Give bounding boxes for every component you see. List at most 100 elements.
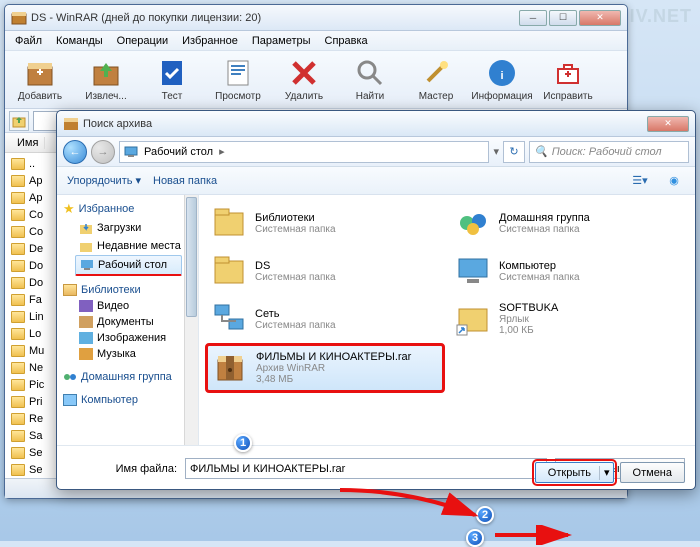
nav-favorites[interactable]: ★Избранное	[59, 199, 196, 219]
menu-favorites[interactable]: Избранное	[176, 33, 244, 49]
archive-icon	[63, 116, 79, 132]
folder-icon	[11, 447, 25, 459]
nav-back-button[interactable]: ←	[63, 140, 87, 164]
filename-label: Имя файла:	[67, 463, 177, 475]
folder-icon	[11, 260, 25, 272]
nav-music[interactable]: Музыка	[59, 346, 196, 362]
col-name[interactable]: Имя	[11, 137, 45, 149]
nav-pictures[interactable]: Изображения	[59, 330, 196, 346]
tb-extract[interactable]: Извлеч...	[77, 57, 135, 102]
dialog-title: Поиск архива	[83, 118, 647, 130]
nav-desktop[interactable]: Рабочий стол	[75, 255, 182, 276]
nav-recent[interactable]: Недавние места	[59, 237, 196, 255]
item-network[interactable]: СетьСистемная папка	[207, 297, 443, 341]
menu-file[interactable]: Файл	[9, 33, 48, 49]
search-input[interactable]: 🔍 Поиск: Рабочий стол	[529, 141, 689, 163]
organize-menu[interactable]: Упорядочить ▾	[67, 174, 141, 187]
item-libraries[interactable]: БиблиотекиСистемная папка	[207, 201, 443, 245]
nav-scrollbar[interactable]	[184, 195, 198, 445]
folder-icon	[11, 175, 25, 187]
folder-icon	[11, 379, 25, 391]
annotation-badge-2: 2	[476, 506, 494, 524]
folder-icon	[11, 158, 25, 170]
nav-pane: ★Избранное Загрузки Недавние места Рабоч…	[57, 195, 199, 445]
annotation-arrow	[490, 525, 580, 545]
tb-info[interactable]: iИнформация	[473, 57, 531, 102]
folder-icon	[211, 253, 247, 289]
menu-operations[interactable]: Операции	[111, 33, 174, 49]
help-button[interactable]: ◉	[663, 172, 685, 190]
close-button[interactable]: ✕	[579, 10, 621, 26]
cancel-button[interactable]: Отмена	[620, 462, 685, 483]
tb-view[interactable]: Просмотр	[209, 57, 267, 102]
tb-delete[interactable]: Удалить	[275, 57, 333, 102]
folder-icon	[11, 294, 25, 306]
chevron-down-icon[interactable]: ▾	[604, 466, 610, 479]
chevron-right-icon[interactable]: ▸	[219, 145, 225, 158]
app-icon	[11, 10, 27, 26]
view-button[interactable]: ☰▾	[629, 172, 651, 190]
item-computer[interactable]: КомпьютерСистемная папка	[451, 249, 687, 293]
folder-icon	[11, 396, 25, 408]
nav-forward-button[interactable]: →	[91, 140, 115, 164]
desktop-icon	[124, 145, 138, 159]
folder-icon	[11, 226, 25, 238]
item-ds[interactable]: DSСистемная папка	[207, 249, 443, 293]
maximize-button[interactable]: ☐	[549, 10, 577, 26]
folder-icon	[11, 243, 25, 255]
tb-add[interactable]: Добавить	[11, 57, 69, 102]
menu-help[interactable]: Справка	[319, 33, 374, 49]
libraries-icon	[63, 284, 77, 296]
toolbar: Добавить Извлеч... Тест Просмотр Удалить…	[5, 51, 627, 109]
network-icon	[211, 301, 247, 337]
menu-commands[interactable]: Команды	[50, 33, 109, 49]
dialog-titlebar[interactable]: Поиск архива ✕	[57, 111, 695, 137]
main-titlebar[interactable]: DS - WinRAR (дней до покупки лицензии: 2…	[5, 5, 627, 31]
svg-text:i: i	[500, 70, 503, 82]
item-softbuka[interactable]: SOFTBUKAЯрлык1,00 КБ	[451, 297, 687, 341]
refresh-button[interactable]: ↻	[503, 141, 525, 163]
content-pane: БиблиотекиСистемная папка Домашняя групп…	[199, 195, 695, 445]
chevron-down-icon[interactable]: ▾	[493, 145, 499, 158]
folder-icon	[11, 277, 25, 289]
breadcrumb[interactable]: Рабочий стол ▸	[119, 141, 489, 163]
nav-video[interactable]: Видео	[59, 298, 196, 314]
item-homegroup[interactable]: Домашняя группаСистемная папка	[451, 201, 687, 245]
item-rar-selected[interactable]: ФИЛЬМЫ И КИНОАКТЕРЫ.rarАрхив WinRAR3,48 …	[207, 345, 443, 391]
folder-icon	[11, 345, 25, 357]
tb-find[interactable]: Найти	[341, 57, 399, 102]
dialog-close-button[interactable]: ✕	[647, 116, 689, 132]
annotation-badge-3: 3	[466, 529, 484, 547]
crumb-desktop[interactable]: Рабочий стол	[140, 146, 217, 158]
minimize-button[interactable]: ─	[519, 10, 547, 26]
nav-homegroup[interactable]: Домашняя группа	[59, 368, 196, 386]
nav-computer[interactable]: Компьютер	[59, 392, 196, 408]
tb-repair[interactable]: Исправить	[539, 57, 597, 102]
folder-icon	[11, 464, 25, 476]
annotation-badge-1: 1	[234, 434, 252, 452]
nav-libraries[interactable]: Библиотеки	[59, 282, 196, 298]
dialog-navbar: ← → Рабочий стол ▸ ▾ ↻ 🔍 Поиск: Рабочий …	[57, 137, 695, 167]
tb-test[interactable]: Тест	[143, 57, 201, 102]
folder-icon	[11, 328, 25, 340]
homegroup-icon	[455, 205, 491, 241]
nav-documents[interactable]: Документы	[59, 314, 196, 330]
nav-downloads[interactable]: Загрузки	[59, 219, 196, 237]
chevron-down-icon: ▾	[135, 174, 141, 187]
folder-icon	[11, 430, 25, 442]
shortcut-icon	[455, 301, 491, 337]
menu-parameters[interactable]: Параметры	[246, 33, 317, 49]
dialog-toolbar: Упорядочить ▾ Новая папка ☰▾ ◉	[57, 167, 695, 195]
rar-icon	[212, 350, 248, 386]
filename-input[interactable]: ФИЛЬМЫ И КИНОАКТЕРЫ.rar▾	[185, 458, 547, 479]
search-icon: 🔍	[534, 145, 548, 158]
folder-icon	[11, 362, 25, 374]
computer-icon	[63, 394, 77, 406]
browse-dialog: Поиск архива ✕ ← → Рабочий стол ▸ ▾ ↻ 🔍 …	[56, 110, 696, 490]
open-button[interactable]: Открыть▾	[535, 462, 614, 483]
folder-icon	[11, 209, 25, 221]
newfolder-button[interactable]: Новая папка	[153, 175, 217, 187]
up-button[interactable]	[9, 111, 29, 131]
computer-icon	[455, 253, 491, 289]
tb-wizard[interactable]: Мастер	[407, 57, 465, 102]
